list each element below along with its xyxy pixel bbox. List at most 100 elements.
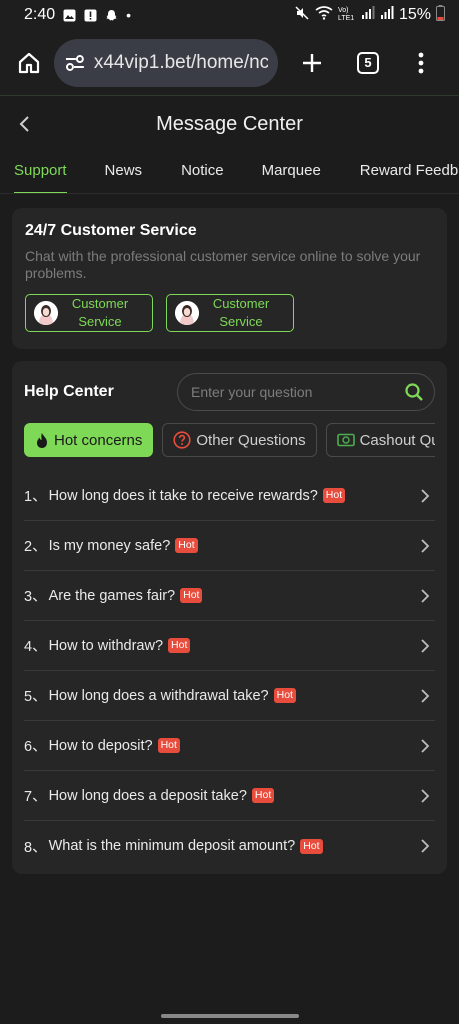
tab-switcher-button[interactable]: 5 bbox=[348, 43, 388, 83]
customer-service-label: Customer Service bbox=[212, 296, 270, 329]
chevron-right-icon bbox=[417, 538, 433, 554]
tab-reward-feedback[interactable]: Reward Feedb bbox=[360, 152, 458, 193]
faq-text: Are the games fair? bbox=[48, 587, 176, 604]
customer-service-description: Chat with the professional customer serv… bbox=[25, 248, 421, 281]
faq-question: 7、 How long does a deposit take? Hot bbox=[24, 785, 275, 806]
category-other-questions[interactable]: Other Questions bbox=[162, 423, 317, 457]
faq-number: 3、 bbox=[24, 589, 47, 605]
customer-service-button-1[interactable]: Customer Service bbox=[25, 294, 153, 332]
tab-marquee[interactable]: Marquee bbox=[262, 152, 321, 193]
hot-badge: Hot bbox=[322, 488, 346, 503]
chevron-left-icon bbox=[19, 116, 29, 132]
battery-icon bbox=[436, 4, 445, 26]
faq-number: 7、 bbox=[24, 789, 47, 805]
agent-avatar bbox=[175, 301, 199, 325]
faq-text: How long does it take to receive rewards… bbox=[48, 487, 318, 504]
page-title: Message Center bbox=[156, 112, 303, 135]
faq-item[interactable]: 1、 How long does it take to receive rewar… bbox=[24, 471, 435, 521]
search-input[interactable] bbox=[191, 384, 391, 400]
chevron-right-icon bbox=[417, 688, 433, 704]
status-time: 2:40 bbox=[24, 6, 56, 23]
page-header: Message Center bbox=[0, 96, 459, 152]
search-box bbox=[177, 373, 435, 411]
faq-item[interactable]: 2、 Is my money safe? Hot bbox=[24, 521, 435, 571]
search-icon[interactable] bbox=[404, 382, 424, 402]
faq-text: Is my money safe? bbox=[48, 537, 171, 554]
customer-service-card: 24/7 Customer Service Chat with the prof… bbox=[12, 208, 447, 349]
customer-service-button-2[interactable]: Customer Service bbox=[166, 294, 294, 332]
hot-badge: Hot bbox=[175, 538, 198, 553]
hot-badge: Hot bbox=[251, 788, 275, 803]
back-button[interactable] bbox=[10, 110, 38, 138]
faq-question: 8、 What is the minimum deposit amount? Hot bbox=[24, 836, 323, 857]
faq-text: How to deposit? bbox=[48, 737, 153, 754]
faq-question: 1、 How long does it take to receive rewar… bbox=[24, 485, 346, 506]
category-cashout[interactable]: Cashout Qu bbox=[325, 423, 435, 457]
faq-question: 3、 Are the games fair? Hot bbox=[24, 585, 203, 606]
signal-icon-2 bbox=[380, 6, 394, 24]
browser-toolbar: x44vip1.bet/home/nc 5 bbox=[0, 30, 459, 96]
tab-support[interactable]: Support bbox=[14, 152, 67, 193]
plus-icon bbox=[303, 53, 321, 72]
more-vert-icon bbox=[418, 52, 424, 73]
chevron-right-icon bbox=[417, 588, 433, 604]
question-icon bbox=[173, 431, 191, 449]
faq-text: How long does a deposit take? bbox=[48, 787, 247, 804]
faq-question: 4、 How to withdraw? Hot bbox=[24, 635, 191, 656]
faq-item[interactable]: 7、 How long does a deposit take? Hot bbox=[24, 771, 435, 821]
faq-item[interactable]: 4、 How to withdraw? Hot bbox=[24, 621, 435, 671]
faq-item[interactable]: 5、 How long does a withdrawal take? Hot bbox=[24, 671, 435, 721]
faq-list: 1、 How long does it take to receive rewar… bbox=[24, 471, 435, 871]
wifi-icon bbox=[315, 5, 333, 25]
chevron-right-icon bbox=[417, 488, 433, 504]
battery-percent: 15% bbox=[398, 6, 431, 23]
hot-badge: Hot bbox=[157, 738, 180, 753]
faq-question: 6、 How to deposit? Hot bbox=[24, 735, 180, 756]
home-icon bbox=[18, 52, 40, 73]
faq-number: 4、 bbox=[24, 639, 47, 655]
hot-badge: Hot bbox=[300, 838, 323, 854]
alert-icon bbox=[84, 9, 97, 22]
signal-icon bbox=[361, 6, 375, 24]
help-center-card: Help Center Hot concerns Other Questions… bbox=[12, 361, 447, 874]
faq-number: 5、 bbox=[24, 689, 47, 705]
chevron-right-icon bbox=[417, 738, 433, 754]
category-label: Hot concerns bbox=[54, 431, 143, 449]
faq-number: 8、 bbox=[24, 839, 47, 856]
category-label: Other Questions bbox=[196, 431, 306, 449]
faq-number: 2、 bbox=[24, 539, 47, 555]
address-bar[interactable]: x44vip1.bet/home/nc bbox=[54, 38, 278, 87]
gesture-bar[interactable] bbox=[161, 1014, 299, 1018]
faq-item[interactable]: 8、 What is the minimum deposit amount? Hot bbox=[24, 821, 435, 871]
agent-avatar bbox=[34, 301, 58, 325]
home-button[interactable] bbox=[12, 46, 46, 80]
gallery-icon bbox=[63, 9, 76, 22]
faq-text: What is the minimum deposit amount? bbox=[48, 838, 296, 854]
category-hot-concerns[interactable]: Hot concerns bbox=[24, 423, 154, 457]
network-label: Vo) LTE1 bbox=[337, 7, 355, 22]
category-label: Cashout Qu bbox=[359, 431, 435, 449]
faq-item[interactable]: 6、 How to deposit? Hot bbox=[24, 721, 435, 771]
faq-number: 6、 bbox=[24, 739, 47, 755]
hot-badge: Hot bbox=[168, 638, 191, 653]
tab-notice[interactable]: Notice bbox=[181, 152, 224, 193]
new-tab-button[interactable] bbox=[292, 43, 332, 83]
customer-service-title: 24/7 Customer Service bbox=[25, 222, 197, 239]
flame-icon bbox=[37, 432, 47, 448]
tab-news[interactable]: News bbox=[105, 152, 143, 193]
faq-item[interactable]: 3、 Are the games fair? Hot bbox=[24, 571, 435, 621]
faq-text: How long does a withdrawal take? bbox=[48, 687, 269, 704]
faq-question: 2、 Is my money safe? Hot bbox=[24, 535, 198, 556]
chevron-right-icon bbox=[417, 638, 433, 654]
customer-service-label: Customer Service bbox=[71, 296, 129, 329]
status-bar: 2:40 • Vo) LTE1 15% bbox=[0, 0, 459, 30]
faq-text: How to withdraw? bbox=[48, 637, 164, 654]
hot-badge: Hot bbox=[180, 588, 203, 603]
browser-menu-button[interactable] bbox=[406, 43, 436, 83]
tab-count: 5 bbox=[357, 51, 379, 74]
faq-number: 1、 bbox=[24, 489, 47, 505]
mute-icon bbox=[294, 5, 310, 26]
help-center-title: Help Center bbox=[24, 383, 114, 400]
cash-icon bbox=[336, 433, 355, 447]
url-text: x44vip1.bet/home/nc bbox=[93, 51, 268, 73]
